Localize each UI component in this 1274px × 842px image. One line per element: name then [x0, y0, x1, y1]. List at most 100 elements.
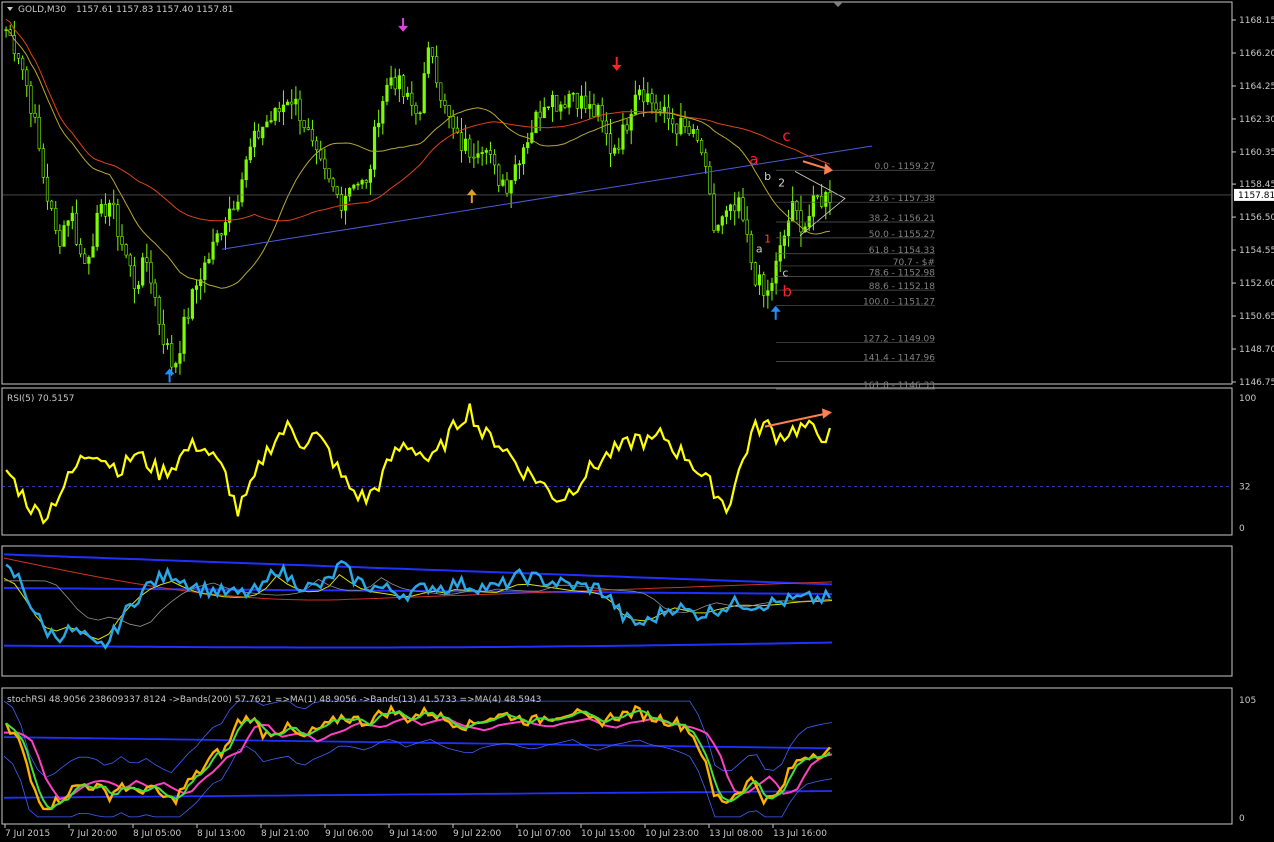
fib-level-label: 161.8 - 1146.33: [863, 381, 935, 391]
fib-level-label: 0.0 - 1159.27: [875, 162, 936, 172]
ma-slow-line: [5, 18, 831, 222]
candle-body: [815, 195, 820, 198]
candle-body: [165, 343, 170, 345]
chart-menu-triangle-icon[interactable]: [7, 7, 13, 11]
candle-body: [116, 204, 120, 237]
candle-body: [464, 138, 468, 151]
candle-body: [149, 262, 153, 284]
candle-body: [753, 262, 758, 286]
candle-body: [451, 116, 455, 129]
candle-body: [211, 241, 215, 260]
candle-body: [236, 201, 240, 210]
down-arrow-magenta-icon: [398, 17, 409, 32]
stochrsi-pane: 105 0: [3, 696, 1256, 824]
price-tick-label: 1158.45: [1239, 180, 1274, 190]
candle-body: [459, 132, 464, 151]
candle-body: [712, 193, 716, 231]
candle-body: [157, 297, 161, 325]
candle-body: [190, 289, 194, 319]
candle-body: [70, 212, 74, 222]
candle-body: [385, 84, 389, 102]
candle-body: [323, 158, 327, 170]
candle-body: [21, 57, 25, 71]
candle-body: [791, 201, 795, 222]
candle-body: [343, 195, 348, 211]
candle-body: [397, 75, 401, 90]
up-arrow-blue-left-icon: [164, 368, 175, 383]
candle-body: [393, 77, 397, 90]
candle-body: [621, 124, 625, 150]
candle-body: [252, 130, 257, 148]
time-tick-label: 8 Jul 21:00: [261, 829, 310, 839]
candle-body: [708, 166, 712, 195]
rsi-line: [5, 403, 831, 525]
candle-body: [604, 120, 608, 134]
candle-body: [476, 153, 480, 158]
candle-body: [389, 77, 393, 86]
candle-body: [194, 285, 199, 290]
down-arrow-red-icon: [611, 56, 622, 71]
wave-label: b: [782, 283, 792, 301]
bands-pane-frame: [1, 545, 1233, 677]
candle-body: [95, 212, 99, 247]
rsi-pane-frame: [1, 387, 1233, 536]
chart-canvas[interactable]: 0.0 - 1159.27 23.6 - 1157.38 38.2 - 1156.2…: [0, 0, 1274, 842]
trading-terminal-chart[interactable]: 0.0 - 1159.27 23.6 - 1157.38 38.2 - 1156.2…: [0, 0, 1274, 842]
up-arrow-orange-icon: [466, 189, 477, 204]
candle-body: [724, 210, 729, 217]
ascending-trendline: [221, 145, 873, 250]
candle-body: [695, 129, 700, 141]
candle-body: [488, 150, 493, 155]
momentum-arrow-head: [824, 162, 833, 175]
candle-body: [124, 244, 128, 256]
candle-body: [54, 208, 58, 231]
candle-body: [261, 126, 265, 139]
candle-body: [248, 146, 252, 161]
candle-body: [762, 274, 766, 296]
time-tick-label: 10 Jul 15:00: [581, 829, 635, 839]
time-tick-label: 9 Jul 14:00: [389, 829, 438, 839]
candle-body: [439, 82, 443, 101]
fib-level-label: 70.7 - $#: [893, 258, 935, 268]
candle-body: [91, 246, 95, 258]
candle-body: [613, 147, 617, 154]
candle-body: [203, 262, 207, 280]
candle-body: [223, 222, 228, 236]
candle-body: [302, 120, 306, 128]
candle-body: [559, 104, 563, 112]
scroll-marker-icon[interactable]: [833, 2, 843, 7]
candle-body: [368, 169, 372, 183]
price-tick-label: 1150.65: [1239, 312, 1274, 322]
candle-body: [87, 256, 91, 264]
candle-body: [824, 192, 828, 207]
candle-body: [435, 56, 439, 84]
candle-body: [575, 92, 579, 109]
candle-body: [240, 179, 244, 203]
time-tick-label: 7 Jul 20:00: [69, 829, 118, 839]
time-tick-label: 8 Jul 13:00: [197, 829, 246, 839]
candle-body: [335, 186, 339, 195]
candle-body: [795, 201, 799, 211]
candle-body: [74, 212, 79, 245]
candle-body: [534, 111, 538, 134]
candle-body: [132, 265, 137, 289]
fib-level-label: 141.4 - 1147.96: [863, 354, 935, 364]
candle-body: [807, 216, 811, 228]
candle-body: [430, 47, 435, 57]
candle-body: [269, 120, 273, 123]
candle-body: [716, 224, 720, 231]
price-tick-label: 1168.15: [1239, 16, 1274, 26]
candle-body: [327, 168, 331, 180]
upper-band-line: [3, 553, 833, 586]
candle-body: [414, 105, 418, 114]
candle-body: [37, 116, 41, 149]
candle-body: [687, 126, 691, 134]
candle-body: [426, 47, 430, 74]
bands-pane: [3, 553, 833, 650]
candle-body: [33, 112, 37, 118]
stochrsi-legend: stochRSI 48.9056 238609337.8124 ->Bands(…: [7, 695, 541, 705]
candle-body: [658, 109, 662, 112]
current-price-value: 1157.81: [1238, 191, 1274, 201]
price-tick-label: 1166.20: [1239, 49, 1274, 59]
fib-level-label: 127.2 - 1149.09: [863, 334, 935, 344]
